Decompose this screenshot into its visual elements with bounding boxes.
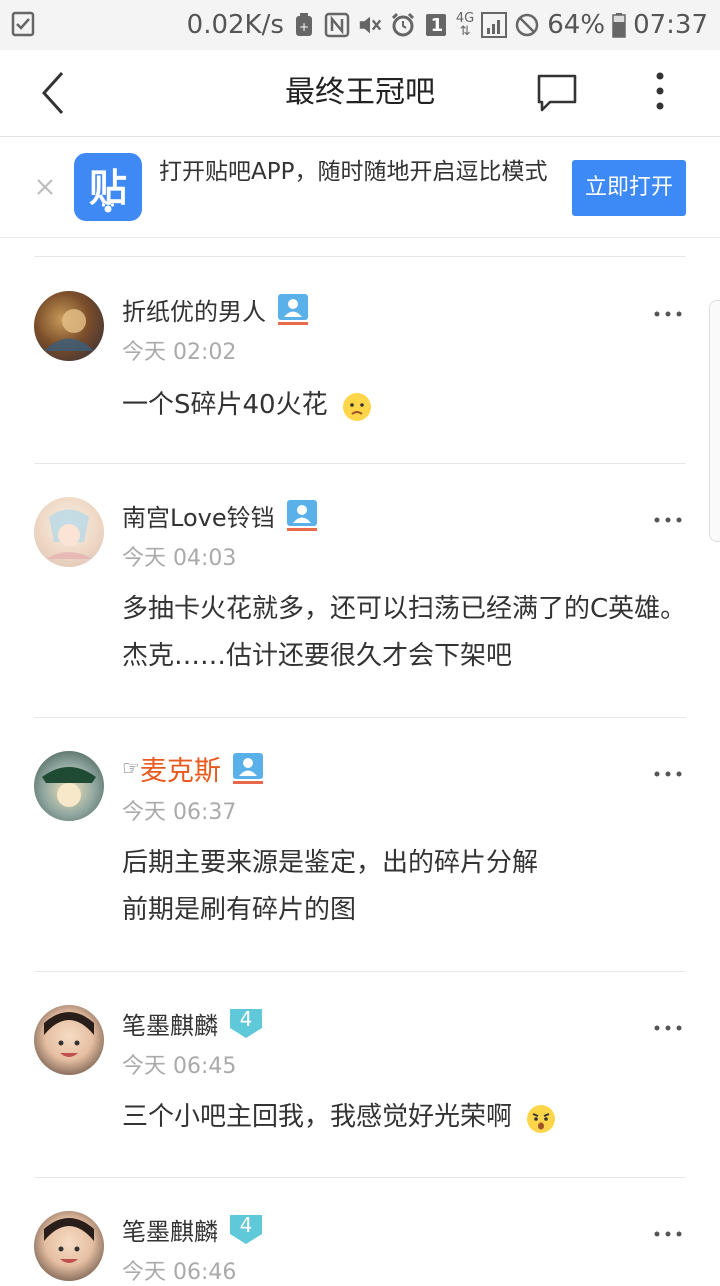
paw-icon [101,201,115,213]
username[interactable]: 南宫Love铃铛 [122,498,319,532]
shocked-face-emoji [526,1103,556,1133]
post-content-line: 前期是刷有碎片的图 [122,895,357,925]
more-options-button[interactable] [652,1224,684,1237]
user-badge-icon [276,292,310,326]
post-content-line: 后期主要来源是鉴定，出的碎片分解 [122,848,539,878]
username[interactable]: 笔墨麒麟 4 [122,1212,264,1246]
chevron-left-icon [41,71,64,115]
app-promo-banner: 贴 打开贴吧APP，随时随地开启逗比模式 立即打开 [0,137,720,238]
avatar[interactable] [34,291,104,361]
more-options-button[interactable] [652,764,684,777]
post-time: 今天 06:46 [122,1260,237,1285]
page-title: 最终王冠吧 [285,75,435,110]
tieba-app-logo: 贴 [74,153,142,221]
username-text: 笔墨麒麟 [122,1217,218,1246]
level-badge: 4 [228,1212,264,1246]
post-time: 今天 06:37 [122,800,237,825]
sim-number: 1 [430,14,444,36]
level-number: 4 [239,1007,253,1031]
more-options-button[interactable] [652,304,684,317]
worried-face-emoji [342,391,372,421]
list-item: 笔墨麒麟 4 今天 06:46 [0,1178,720,1285]
nfc-icon [324,12,350,38]
post-time: 今天 02:02 [122,340,237,365]
divider [34,256,686,257]
alarm-icon [390,12,416,38]
battery-percent: 64% [547,10,606,40]
more-menu-button[interactable] [645,68,675,118]
username-text: 笔墨麒麟 [122,1011,218,1040]
user-badge-icon [231,751,265,785]
avatar[interactable] [34,751,104,821]
more-options-button[interactable] [652,1018,684,1031]
close-icon [37,179,53,195]
list-item: ☞ 麦克斯 今天 06:37 后期主要来源是鉴定，出的碎片分解 前期是刷有碎片的… [0,718,720,972]
chat-bubble-icon [537,74,577,112]
checkbox-notification-icon [10,10,36,45]
do-not-disturb-icon [514,12,540,38]
list-item: 折纸优的男人 今天 02:02 一个S碎片40火花 [0,258,720,464]
horizontal-dots-icon [654,771,682,777]
svg-text:+: + [299,20,309,34]
mute-icon [357,12,383,38]
horizontal-dots-icon [654,1231,682,1237]
horizontal-dots-icon [654,517,682,523]
nav-bar: 最终王冠吧 [0,50,720,137]
banner-text: 打开贴吧APP，随时随地开启逗比模式 [159,159,548,185]
status-bar: 0.02K/s + 1 4G ⇅ 64% 07:37 [0,0,720,50]
list-item: 南宫Love铃铛 今天 04:03 多抽卡火花就多，还可以扫荡已经满了的C英雄。… [0,464,720,718]
post-content: 后期主要来源是鉴定，出的碎片分解 前期是刷有碎片的图 [122,840,697,934]
list-item: 笔墨麒麟 4 今天 06:45 三个小吧主回我，我感觉好光荣啊 [0,972,720,1178]
level-badge: 4 [228,1006,264,1040]
network-speed: 0.02K/s [186,10,284,40]
username-text: 折纸优的男人 [122,297,266,326]
post-time: 今天 04:03 [122,546,237,571]
battery-icon [612,12,626,38]
username-text: 麦克斯 [139,755,221,787]
network-type: 4G ⇅ [456,12,474,38]
username[interactable]: ☞ 麦克斯 [122,750,265,787]
vertical-dots-icon [656,72,664,110]
post-content: 多抽卡火花就多，还可以扫荡已经满了的C英雄。杰克……估计还要很久才会下架吧 [122,594,687,671]
level-number: 4 [239,1213,253,1237]
username[interactable]: 笔墨麒麟 4 [122,1006,264,1040]
avatar[interactable] [34,497,104,567]
post-time: 今天 06:45 [122,1054,237,1079]
username-text: 南宫Love铃铛 [122,503,275,532]
data-saver-icon: + [291,12,317,38]
open-app-button[interactable]: 立即打开 [572,160,686,216]
signal-icon [481,12,508,38]
back-button[interactable] [30,70,80,116]
post-content-text: 三个小吧主回我，我感觉好光荣啊 [122,1102,513,1132]
clock: 07:37 [633,10,708,40]
post-content-text: 一个S碎片40火花 [122,390,328,420]
horizontal-dots-icon [654,1025,682,1031]
horizontal-dots-icon [654,311,682,317]
post-content: 三个小吧主回我，我感觉好光荣啊 [122,1094,697,1141]
pointing-hand-icon: ☞ [122,756,140,780]
close-banner-button[interactable] [30,172,60,202]
data-arrows-icon: ⇅ [459,24,471,39]
user-badge-icon [285,498,319,532]
avatar[interactable] [34,1211,104,1281]
avatar[interactable] [34,1005,104,1075]
more-options-button[interactable] [652,510,684,523]
username[interactable]: 折纸优的男人 [122,292,310,326]
message-button[interactable] [536,72,578,114]
post-content: 一个S碎片40火花 [122,382,697,429]
